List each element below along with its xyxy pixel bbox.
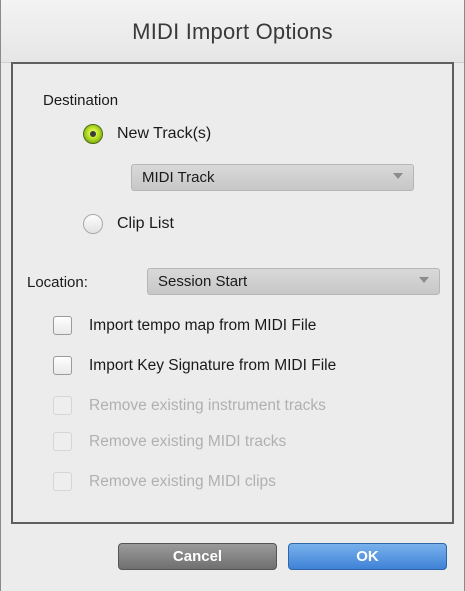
checkbox-remove-midi-tracks: Remove existing MIDI tracks bbox=[53, 432, 286, 451]
checkbox-label: Remove existing MIDI tracks bbox=[89, 432, 287, 450]
title-bar: MIDI Import Options bbox=[1, 0, 464, 63]
checkbox-label: Remove existing MIDI clips bbox=[89, 472, 276, 490]
location-select[interactable]: Session Start bbox=[147, 268, 440, 295]
checkbox-box bbox=[53, 432, 72, 451]
checkbox-label: Remove existing instrument tracks bbox=[89, 396, 326, 414]
dialog-title: MIDI Import Options bbox=[132, 19, 333, 44]
cancel-button[interactable]: Cancel bbox=[118, 543, 277, 570]
radio-new-tracks-label: New Track(s) bbox=[117, 125, 212, 142]
track-type-value: MIDI Track bbox=[142, 169, 215, 186]
location-value: Session Start bbox=[158, 273, 248, 290]
radio-selected-icon[interactable] bbox=[83, 124, 103, 144]
ok-button[interactable]: OK bbox=[288, 543, 447, 570]
checkbox-remove-instrument-tracks: Remove existing instrument tracks bbox=[53, 396, 326, 415]
radio-clip-list[interactable]: Clip List bbox=[83, 214, 174, 234]
checkbox-remove-midi-clips: Remove existing MIDI clips bbox=[53, 472, 276, 491]
checkbox-box bbox=[53, 472, 72, 491]
checkbox-box[interactable] bbox=[53, 356, 72, 375]
checkbox-label: Import tempo map from MIDI File bbox=[89, 316, 317, 334]
checkbox-label: Import Key Signature from MIDI File bbox=[89, 356, 337, 374]
checkbox-box bbox=[53, 396, 72, 415]
checkbox-import-key-signature[interactable]: Import Key Signature from MIDI File bbox=[53, 356, 336, 375]
radio-unselected-icon[interactable] bbox=[83, 214, 103, 234]
chevron-down-icon bbox=[419, 277, 429, 283]
track-type-select[interactable]: MIDI Track bbox=[131, 164, 414, 191]
radio-clip-list-label: Clip List bbox=[117, 215, 174, 232]
chevron-down-icon bbox=[393, 173, 403, 179]
location-label: Location: bbox=[27, 274, 88, 291]
radio-new-tracks[interactable]: New Track(s) bbox=[83, 124, 211, 144]
checkbox-box[interactable] bbox=[53, 316, 72, 335]
checkbox-import-tempo-map[interactable]: Import tempo map from MIDI File bbox=[53, 316, 316, 335]
midi-import-dialog: MIDI Import Options Destination New Trac… bbox=[0, 0, 465, 591]
destination-label: Destination bbox=[43, 92, 119, 109]
dialog-footer: Cancel OK bbox=[1, 524, 464, 591]
